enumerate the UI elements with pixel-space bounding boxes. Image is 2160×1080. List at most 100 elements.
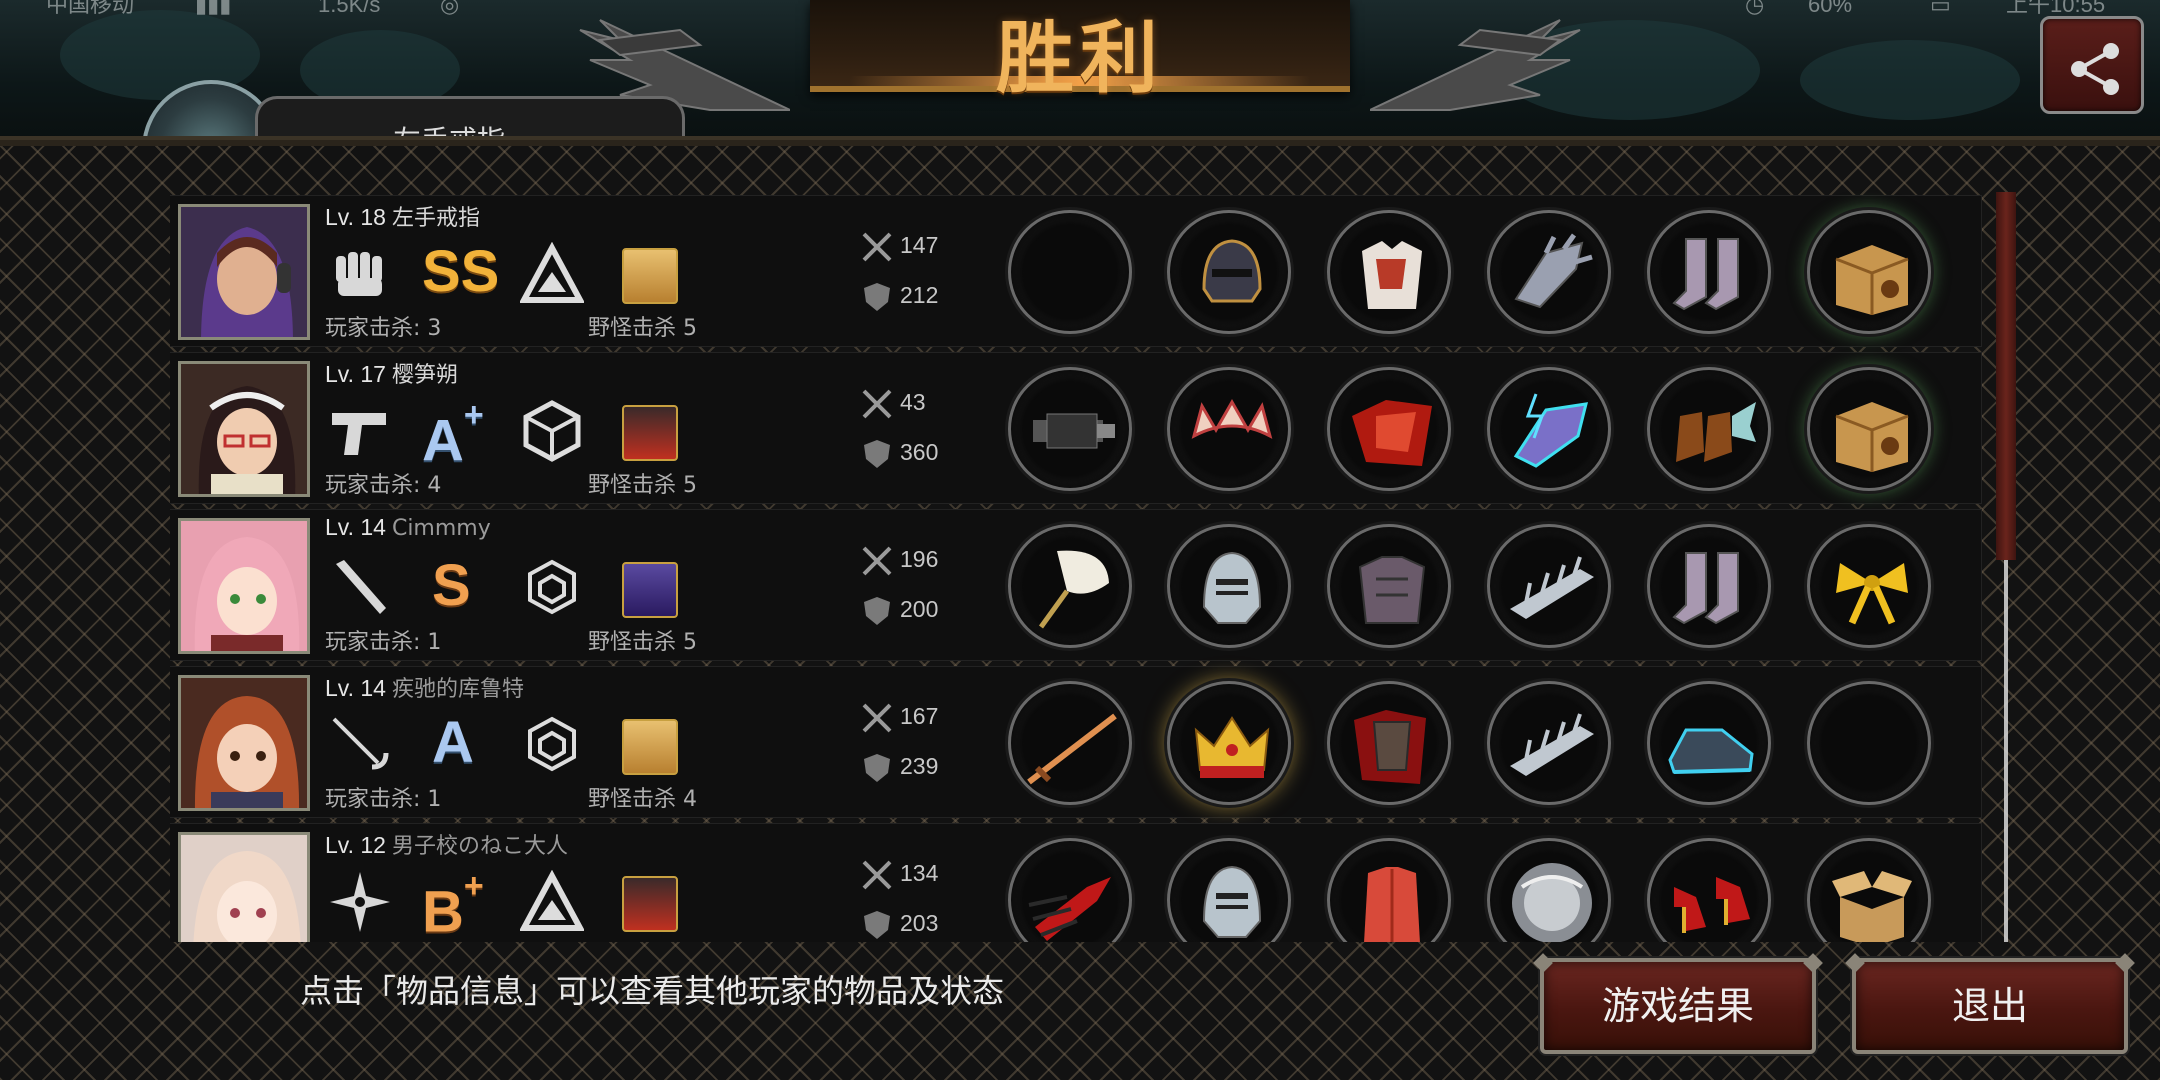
monster-kills: 野怪击杀 4: [588, 787, 697, 812]
triangle-icon: [520, 242, 584, 303]
item-slot-accessory[interactable]: [1807, 681, 1931, 805]
claw-icon: [1028, 877, 1111, 941]
item-slot-accessory[interactable]: [1807, 838, 1931, 942]
victory-title: 胜利: [995, 14, 1164, 104]
monster-kills: 野怪击杀 5: [588, 316, 697, 341]
steel-disc-icon: [1512, 863, 1592, 942]
exit-button[interactable]: 退出: [1852, 958, 2128, 1054]
grade-badge: S: [432, 553, 471, 618]
knight-helmet-icon: [1202, 551, 1262, 624]
item-slot-leg[interactable]: [1647, 367, 1771, 491]
item-slot-head[interactable]: [1167, 524, 1291, 648]
player-name: 男子校のねこ大人: [391, 834, 568, 859]
fist-icon: [336, 252, 382, 296]
swords-icon: [862, 389, 892, 419]
item-slot-chest[interactable]: [1327, 838, 1451, 942]
item-slot-leg[interactable]: [1647, 210, 1771, 334]
sync-icon: ◎: [440, 0, 460, 17]
item-slot-arm[interactable]: [1487, 210, 1611, 334]
item-slot-weapon[interactable]: [1008, 367, 1132, 491]
lightning-gauntlet-icon: [1513, 393, 1589, 468]
grade-badge: B+: [422, 867, 484, 942]
helmet-icon: [1202, 239, 1262, 303]
monster-icon: [622, 876, 678, 932]
item-slot-arm[interactable]: [1487, 838, 1611, 942]
item-slot-chest[interactable]: [1327, 210, 1451, 334]
player-name: 左手戒指: [391, 206, 480, 231]
item-slot-arm[interactable]: [1487, 681, 1611, 805]
player-row[interactable]: Lv. 17 樱笋朔 A+ 玩家击杀: 4 野怪击杀 5 43 360: [170, 352, 1982, 504]
item-slot-arm[interactable]: [1487, 524, 1611, 648]
grade-badge: A+: [422, 396, 484, 474]
scrollbar-thumb[interactable]: [1996, 192, 2016, 560]
player-level-name: Lv. 17 樱笋朔: [325, 361, 458, 388]
plate-armor-icon: [1358, 556, 1426, 624]
item-slot-accessory[interactable]: [1807, 367, 1931, 491]
attack-stat: 147: [862, 232, 938, 262]
hexagon-icon: [528, 716, 576, 772]
clock: 上午10:55: [2006, 0, 2106, 17]
item-slot-weapon[interactable]: [1008, 210, 1132, 334]
item-slot-leg[interactable]: [1647, 524, 1771, 648]
heels-icon: [1674, 877, 1750, 933]
item-slot-head[interactable]: [1167, 681, 1291, 805]
item-slot-chest[interactable]: [1327, 681, 1451, 805]
sneaker-icon: [1668, 728, 1754, 774]
pistol-icon: [332, 413, 386, 455]
monster-kills: 野怪击杀 5: [588, 473, 697, 498]
alarm-icon: ◷: [1745, 0, 1765, 17]
list-scrollbar[interactable]: [1996, 192, 2016, 942]
attack-stat: 134: [862, 860, 938, 890]
player-row[interactable]: Lv. 18 左手戒指 SS 玩家击杀: 3 野怪击杀 5 147 212: [170, 195, 1982, 347]
player-level-name: Lv. 14 Cimmmy: [325, 514, 491, 541]
item-slot-head[interactable]: [1167, 367, 1291, 491]
item-slot-chest[interactable]: [1327, 524, 1451, 648]
caped-armor-icon: [1354, 710, 1426, 784]
current-player-tab[interactable]: 左手戒指: [255, 96, 685, 140]
defense-stat: 360: [864, 439, 938, 468]
player-list: Lv. 18 左手戒指 SS 玩家击杀: 3 野怪击杀 5 147 212 Lv.…: [170, 190, 1990, 942]
swords-icon: [862, 546, 892, 576]
shield-icon: [864, 440, 890, 468]
red-armor-icon: [1352, 400, 1432, 466]
item-slot-chest[interactable]: [1327, 367, 1451, 491]
swords-icon: [862, 703, 892, 733]
defense-stat: 200: [864, 596, 938, 625]
player-kills: 玩家击杀: 1: [325, 630, 442, 655]
item-slot-head[interactable]: [1167, 838, 1291, 942]
item-slot-arm[interactable]: [1487, 367, 1611, 491]
player-level-name: Lv. 14 疾驰的库鲁特: [325, 675, 524, 702]
shield-icon: [864, 911, 890, 939]
item-slot-head[interactable]: [1167, 210, 1291, 334]
item-slot-accessory[interactable]: [1807, 524, 1931, 648]
gauntlet-icon: [1514, 233, 1593, 309]
hexagon-icon: [528, 559, 576, 615]
player-name: 樱笋朔: [391, 363, 458, 388]
share-button[interactable]: [2040, 16, 2144, 114]
item-slot-leg[interactable]: [1647, 838, 1771, 942]
tiara-icon: [1191, 398, 1273, 439]
item-slot-weapon[interactable]: [1008, 681, 1132, 805]
attack-stat: 167: [862, 703, 938, 733]
game-result-button[interactable]: 游戏结果: [1540, 958, 1816, 1054]
crown-icon: [1194, 716, 1270, 778]
player-name: Cimmmy: [391, 516, 491, 541]
armor-icon: [1362, 241, 1422, 309]
attack-stat: 43: [862, 389, 926, 419]
item-slot-leg[interactable]: [1647, 681, 1771, 805]
monster-icon: [622, 719, 678, 775]
player-row[interactable]: Lv. 12 男子校のねこ大人 B+ 134 203: [170, 823, 1982, 942]
player-row[interactable]: Lv. 14 Cimmmy S 玩家击杀: 1 野怪击杀 5 196 200: [170, 509, 1982, 661]
fan-icon: [1038, 550, 1109, 629]
shield-icon: [864, 283, 890, 311]
defense-stat: 239: [864, 753, 938, 782]
item-slot-weapon[interactable]: [1008, 838, 1132, 942]
item-slot-weapon[interactable]: [1008, 524, 1132, 648]
player-row[interactable]: Lv. 14 疾驰的库鲁特 A 玩家击杀: 1 野怪击杀 4 167 239: [170, 666, 1982, 818]
boots-icon: [1672, 238, 1739, 311]
player-name: 疾驰的库鲁特: [391, 677, 524, 702]
bat-icon: [336, 560, 386, 614]
player-level-name: Lv. 12 男子校のねこ大人: [325, 832, 568, 859]
boots-icon: [1672, 552, 1739, 625]
item-slot-accessory[interactable]: [1807, 210, 1931, 334]
